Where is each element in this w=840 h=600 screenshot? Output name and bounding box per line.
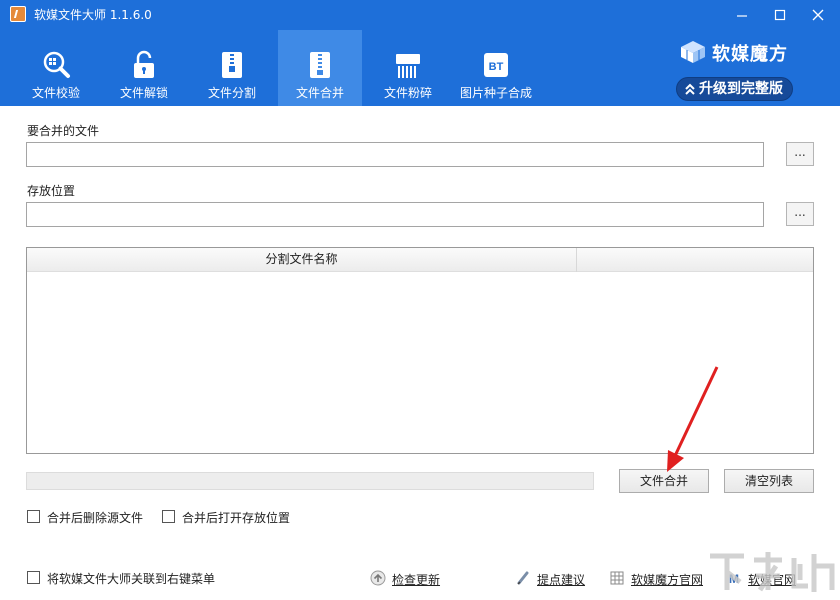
open-after-merge-checkbox[interactable]: 合并后打开存放位置 <box>162 509 302 525</box>
grid-icon <box>610 571 624 585</box>
checkbox-box[interactable] <box>27 571 40 584</box>
tab-label: 图片种子合成 <box>459 86 532 100</box>
brand-logo: 软媒魔方 <box>680 38 810 66</box>
maximize-icon <box>774 9 786 21</box>
upgrade-label: 升级到完整版 <box>699 81 783 97</box>
progress-bar <box>26 472 594 490</box>
shredder-icon <box>396 54 420 78</box>
delete-after-merge-checkbox[interactable]: 合并后删除源文件 <box>27 509 157 525</box>
checkbox-box[interactable] <box>27 510 40 523</box>
checkbox-label: 将软媒文件大师关联到右键菜单 <box>47 572 216 586</box>
tab-file-merge[interactable]: 文件合并 <box>278 30 362 106</box>
close-icon <box>812 9 824 21</box>
magnifier-icon <box>43 51 70 78</box>
split-file-list[interactable]: 分割文件名称 <box>26 247 814 454</box>
source-file-label: 要合并的文件 <box>27 124 100 138</box>
bt-icon-text: BT <box>489 61 504 73</box>
tab-label: 文件解锁 <box>119 86 168 100</box>
mofang-site-label: 软媒魔方官网 <box>631 573 704 587</box>
checkbox-label: 合并后删除源文件 <box>47 511 144 525</box>
source-browse-button[interactable]: ... <box>786 142 814 166</box>
dest-folder-label: 存放位置 <box>27 184 76 198</box>
checkbox-label: 合并后打开存放位置 <box>182 511 291 525</box>
merge-button[interactable]: 文件合并 <box>619 469 709 493</box>
minimize-icon <box>737 15 747 17</box>
zip-merge-icon <box>310 52 330 78</box>
tab-file-split[interactable]: 文件分割 <box>190 40 274 106</box>
arrow-up-circle-icon <box>370 570 386 586</box>
app-logo-icon <box>10 6 26 22</box>
maximize-button[interactable] <box>766 4 794 26</box>
column-header-name[interactable]: 分割文件名称 <box>27 248 577 272</box>
context-menu-checkbox[interactable]: 将软媒文件大师关联到右键菜单 <box>27 570 227 586</box>
watermark-logo <box>710 552 835 592</box>
brand-name: 软媒魔方 <box>712 44 788 65</box>
tab-file-verify[interactable]: 文件校验 <box>14 40 98 106</box>
tab-file-shred[interactable]: 文件粉碎 <box>366 40 450 106</box>
check-update-label: 检查更新 <box>392 573 441 587</box>
zip-split-icon <box>222 52 242 78</box>
tab-label: 文件合并 <box>295 86 344 100</box>
clear-list-button[interactable]: 清空列表 <box>724 469 814 493</box>
dest-browse-button[interactable]: ... <box>786 202 814 226</box>
bt-icon: BT <box>484 53 508 77</box>
header-bar: 软媒文件大师 1.1.6.0 文件校验 文件解锁 文件分割 文件合并 文件粉碎 … <box>0 0 840 106</box>
checkbox-box[interactable] <box>162 510 175 523</box>
tab-label: 文件粉碎 <box>383 86 432 100</box>
tab-image-torrent[interactable]: BT 图片种子合成 <box>454 40 538 106</box>
tab-label: 文件校验 <box>31 86 80 100</box>
pencil-icon <box>517 571 529 585</box>
double-chevron-up-icon <box>685 83 695 95</box>
list-header: 分割文件名称 <box>27 248 813 272</box>
close-button[interactable] <box>804 4 832 26</box>
cube-logo-icon <box>681 41 705 63</box>
dest-folder-input[interactable] <box>26 202 764 227</box>
title-bar: 软媒文件大师 1.1.6.0 <box>0 0 840 30</box>
upgrade-button[interactable]: 升级到完整版 <box>676 77 793 101</box>
feedback-label: 提点建议 <box>537 573 586 587</box>
lock-icon <box>134 50 154 78</box>
source-file-input[interactable] <box>26 142 764 167</box>
minimize-button[interactable] <box>728 4 756 26</box>
window-title: 软媒文件大师 1.1.6.0 <box>34 8 152 22</box>
tab-file-unlock[interactable]: 文件解锁 <box>102 40 186 106</box>
tab-label: 文件分割 <box>207 86 256 100</box>
